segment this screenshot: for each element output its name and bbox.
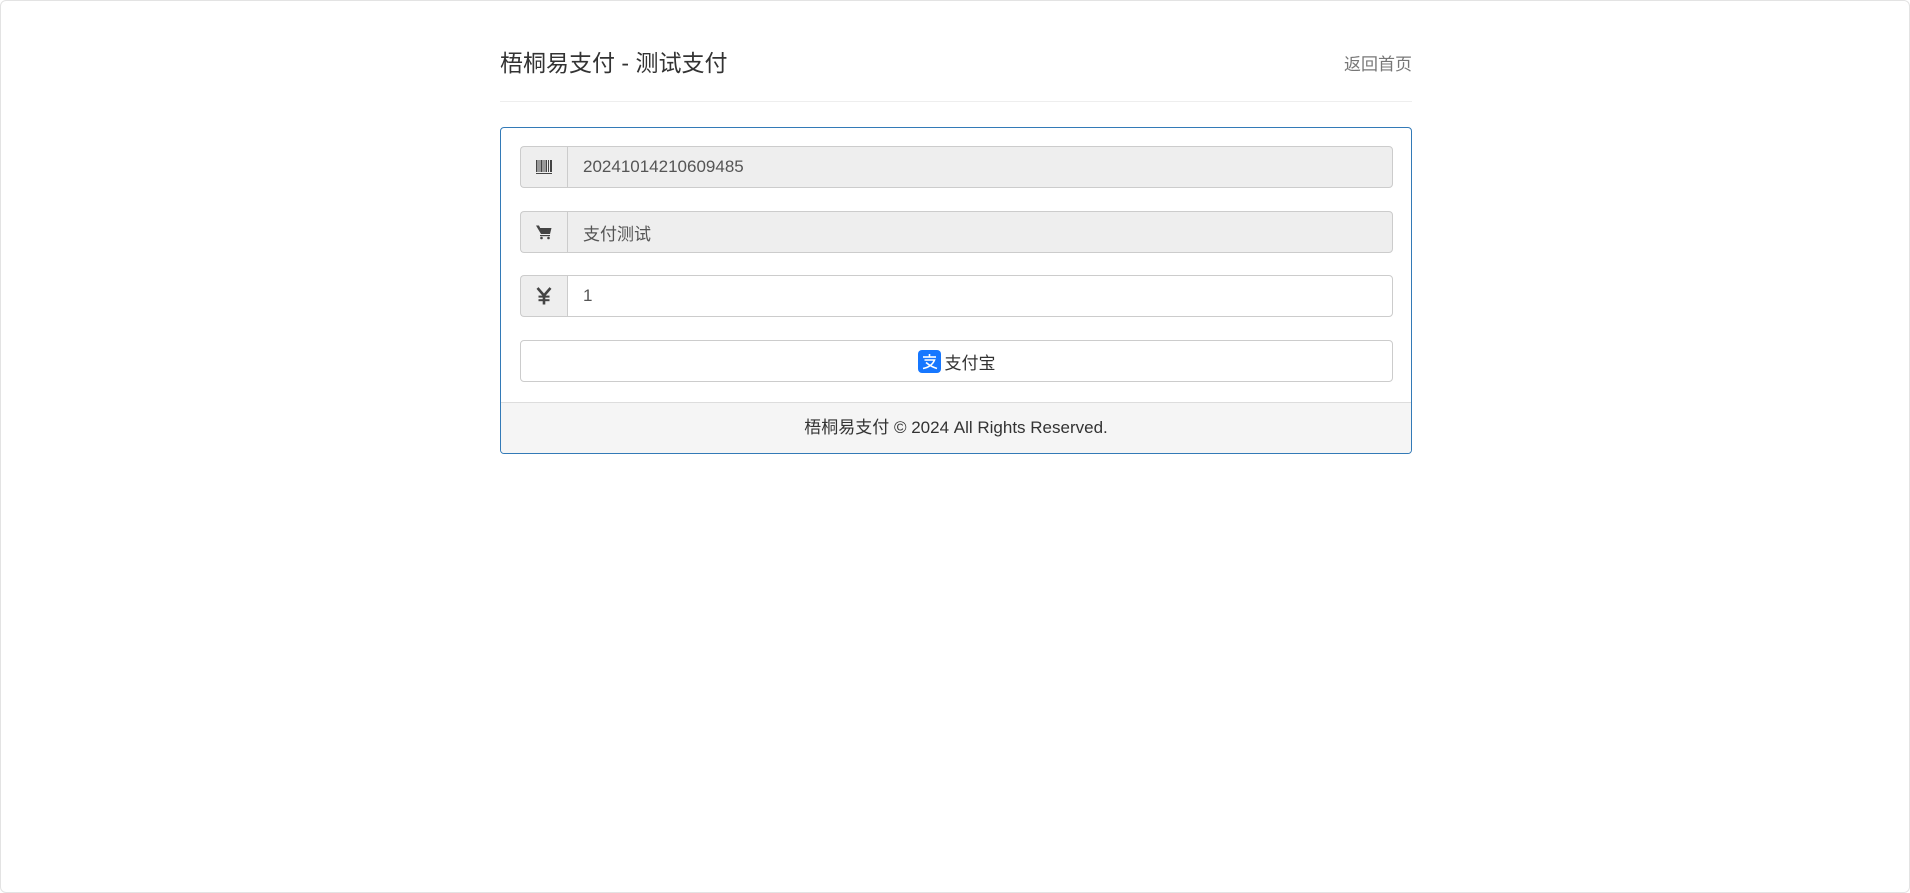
- yen-icon: [520, 275, 567, 317]
- order-number-group: [520, 146, 1393, 188]
- alipay-button-label: 支付宝: [944, 353, 996, 373]
- barcode-icon: [520, 146, 567, 188]
- page-header: 梧桐易支付 - 测试支付 返回首页: [500, 1, 1412, 102]
- shopping-cart-icon: [520, 211, 567, 253]
- order-number-field[interactable]: [567, 146, 1393, 188]
- page-title: 梧桐易支付 - 测试支付: [500, 50, 728, 76]
- alipay-icon: [917, 349, 941, 373]
- home-link[interactable]: 返回首页: [1344, 53, 1412, 77]
- alipay-button[interactable]: 支付宝: [520, 340, 1393, 382]
- amount-field[interactable]: [567, 275, 1393, 317]
- amount-group: [520, 275, 1393, 317]
- product-name-group: [520, 211, 1393, 253]
- page-frame: 梧桐易支付 - 测试支付 返回首页 20241014210609485 支付测试…: [0, 0, 1910, 893]
- product-name-field[interactable]: [567, 211, 1393, 253]
- main-container: 梧桐易支付 - 测试支付 返回首页 20241014210609485 支付测试…: [500, 1, 1412, 454]
- panel-body: 支付宝: [520, 146, 1393, 382]
- payment-panel: 支付宝 梧桐易支付 © 2024 All Rights Reserved.: [500, 127, 1412, 454]
- panel-footer: 梧桐易支付 © 2024 All Rights Reserved.: [501, 402, 1411, 453]
